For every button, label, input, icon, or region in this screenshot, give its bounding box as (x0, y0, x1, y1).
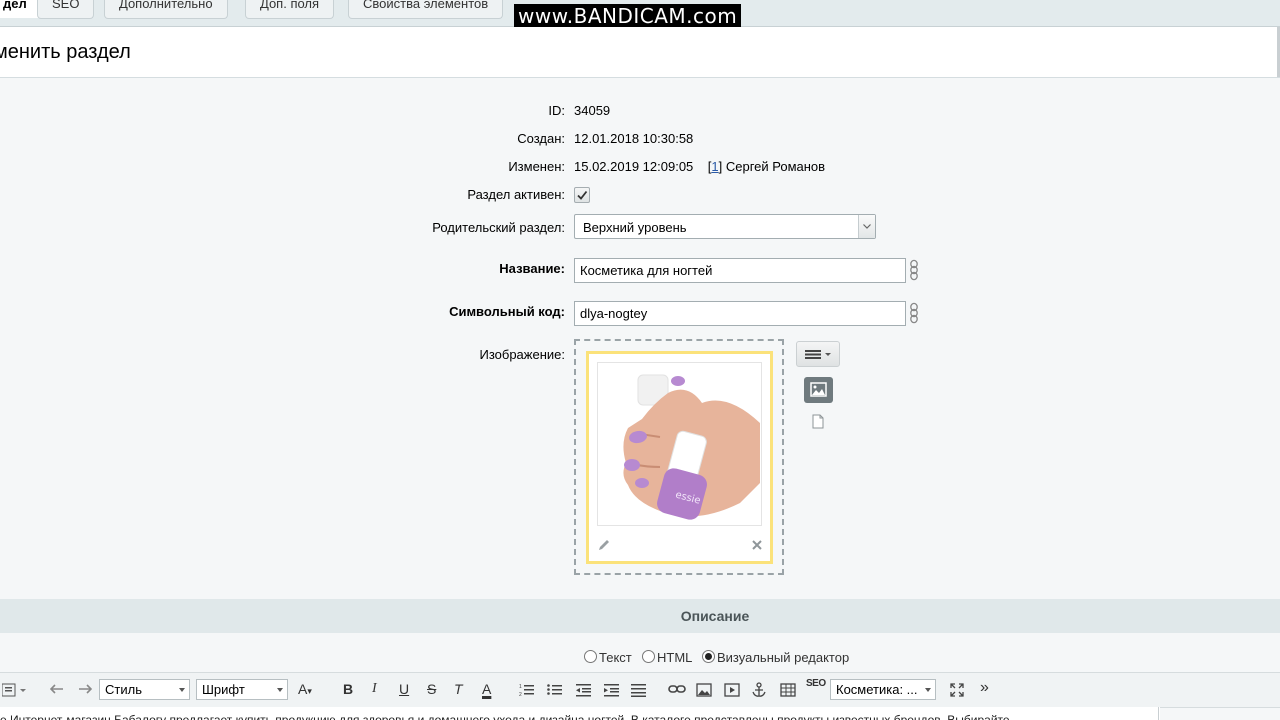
name-input[interactable] (574, 258, 906, 283)
code-label: Символьный код: (449, 304, 565, 319)
modified-row: 15.02.2019 12:09:05 [1] Сергей Романов (574, 159, 825, 174)
modified-value: 15.02.2019 12:09:05 (574, 159, 694, 174)
font-select-value: Шрифт (202, 682, 245, 697)
indent-icon[interactable] (604, 683, 620, 697)
parent-label: Родительский раздел: (432, 220, 565, 235)
modified-user-id-link[interactable]: 1 (711, 159, 718, 174)
select-arrow (858, 215, 875, 238)
modified-user-name: Сергей Романов (725, 159, 826, 174)
bold-button[interactable]: B (343, 681, 353, 697)
tab-section[interactable]: дел (0, 0, 42, 18)
text-color-button[interactable]: A (482, 681, 491, 697)
pencil-icon[interactable] (597, 538, 611, 552)
modified-label: Изменен: (508, 159, 565, 174)
underline-button[interactable]: U (399, 681, 409, 697)
insert-image-icon[interactable] (696, 683, 712, 697)
hamburger-menu-icon (805, 350, 831, 359)
strikethrough-button[interactable]: S (427, 681, 436, 697)
image-thumbnail: essie (597, 362, 762, 526)
unordered-list-icon[interactable] (547, 683, 563, 697)
mode-label: Визуальный редактор (717, 650, 850, 665)
style-select[interactable]: Стиль (99, 679, 190, 700)
editor-scrollbar[interactable] (1158, 707, 1159, 720)
name-label: Название: (499, 261, 565, 276)
chevron-down-icon (925, 688, 931, 692)
link-chain-icon[interactable] (909, 259, 919, 281)
symbolic-code-input[interactable] (574, 301, 906, 326)
align-icon[interactable] (631, 683, 647, 697)
id-label: ID: (548, 103, 565, 118)
font-select[interactable]: Шрифт (196, 679, 288, 700)
image-label: Изображение: (479, 347, 565, 362)
active-label: Раздел активен: (467, 187, 565, 202)
font-size-button[interactable]: A▾ (298, 681, 312, 697)
seo-button[interactable]: SEO (806, 678, 826, 689)
more-tools-button[interactable]: » (980, 679, 989, 697)
created-value: 12.01.2018 10:30:58 (574, 131, 694, 146)
tab-label: Доп. поля (260, 0, 320, 11)
table-icon[interactable] (780, 683, 796, 697)
id-value: 34059 (574, 103, 611, 118)
mode-visual-editor-option[interactable]: Визуальный редактор (702, 650, 849, 665)
radio-selected-icon (702, 650, 715, 663)
fullscreen-icon[interactable] (950, 683, 964, 697)
tab-seo[interactable]: SEO (37, 0, 95, 19)
description-section-header: Описание (0, 599, 1280, 633)
radio-icon (642, 650, 655, 663)
nail-polish-photo: essie (598, 363, 761, 525)
chevron-down-icon (277, 688, 283, 692)
check-icon (577, 190, 588, 200)
mode-label: Текст (599, 650, 632, 665)
snippet-select[interactable]: Косметика: ... (830, 679, 936, 700)
description-title: Описание (680, 608, 750, 624)
italic-button[interactable]: I (372, 681, 377, 697)
radio-icon (584, 650, 597, 663)
tab-element-properties[interactable]: Свойства элементов (348, 0, 504, 19)
parent-section-value: Верхний уровень (583, 220, 687, 235)
close-icon[interactable] (751, 539, 763, 551)
tab-label: Дополнительно (119, 0, 213, 11)
style-select-value: Стиль (105, 682, 142, 697)
tab-additional[interactable]: Дополнительно (104, 0, 228, 19)
bracket-close: ] (718, 159, 723, 174)
outdent-icon[interactable] (576, 683, 592, 697)
tab-label: Свойства элементов (363, 0, 489, 11)
image-icon (810, 382, 827, 397)
tab-label: SEO (52, 0, 80, 11)
ordered-list-icon[interactable]: 12 (519, 683, 535, 697)
redo-icon[interactable] (78, 683, 92, 695)
chevron-down-icon (863, 224, 871, 229)
toolbar-menu-icon[interactable] (2, 683, 28, 697)
page-header: менить раздел (0, 27, 1280, 78)
parent-section-select[interactable]: Верхний уровень (574, 214, 876, 239)
image-menu-button[interactable] (796, 341, 840, 367)
editor-toolbar: Стиль Шрифт A▾ B I U S T A 12 SEO Космет… (0, 672, 1280, 708)
svg-text:2: 2 (519, 692, 522, 697)
page-title: менить раздел (0, 41, 131, 63)
insert-video-icon[interactable] (724, 683, 740, 697)
created-label: Создан: (517, 131, 565, 146)
tab-extra-fields[interactable]: Доп. поля (245, 0, 335, 19)
link-icon[interactable] (668, 684, 686, 694)
snippet-select-value: Косметика: ... (836, 682, 918, 697)
svg-text:1: 1 (519, 684, 522, 690)
undo-icon[interactable] (50, 683, 64, 695)
link-chain-icon[interactable] (909, 302, 919, 324)
active-checkbox[interactable] (574, 187, 590, 203)
chevron-down-icon (179, 688, 185, 692)
clear-format-button[interactable]: T (454, 681, 463, 697)
image-library-button[interactable] (804, 377, 833, 403)
recording-watermark: www.BANDICAM.com (514, 4, 742, 28)
mode-label: HTML (657, 650, 693, 665)
anchor-icon[interactable] (752, 682, 766, 698)
mode-html-option[interactable]: HTML (642, 650, 692, 665)
font-size-label: A (298, 681, 308, 697)
editor-content[interactable]: е Интернет-магазин Бабалогу предлагает к… (0, 707, 1160, 720)
tab-label: дел (3, 0, 27, 11)
file-icon[interactable] (812, 414, 824, 429)
mode-text-option[interactable]: Текст (584, 650, 632, 665)
